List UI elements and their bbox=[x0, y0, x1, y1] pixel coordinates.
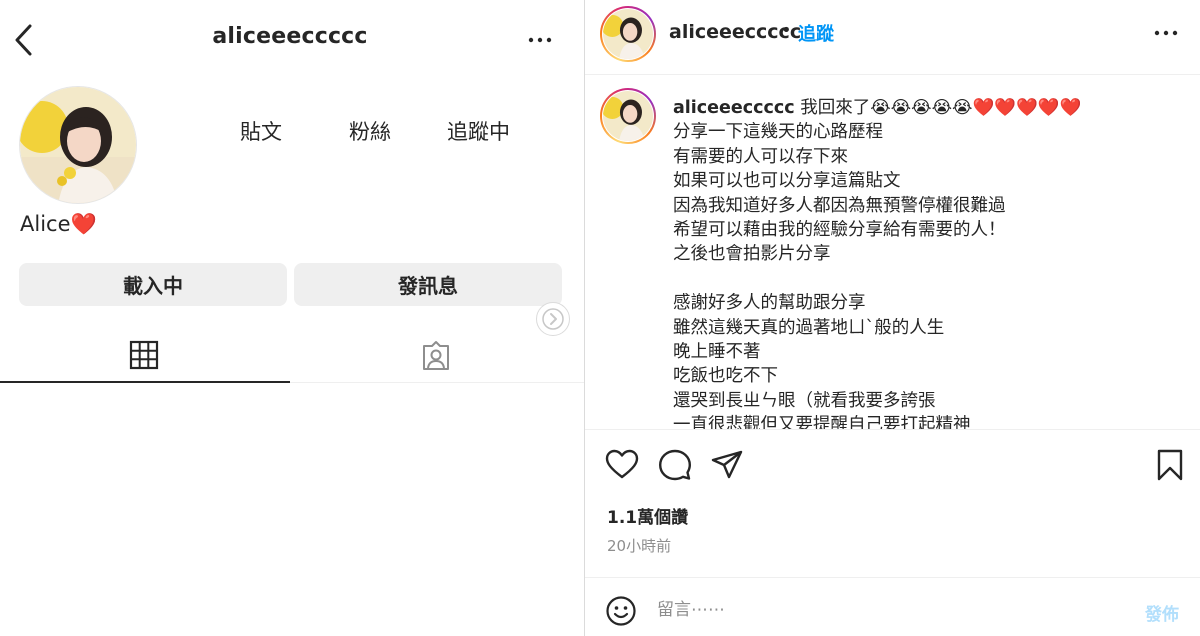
caption-text: 我回來了😭😭😭😭😭❤️❤️❤️❤️❤️ 分享一下這幾天的心路歷程 有需要的人可以… bbox=[673, 98, 1082, 430]
separator-dot: • bbox=[781, 20, 792, 41]
followers-stat-label[interactable]: 粉絲 bbox=[349, 116, 391, 146]
comment-bar: 發佈 bbox=[585, 577, 1200, 636]
share-button[interactable] bbox=[710, 448, 744, 482]
avatar-photo bbox=[603, 9, 653, 59]
post-header: aliceeeccccc • 追蹤 bbox=[585, 0, 1200, 75]
tab-posts-grid[interactable] bbox=[0, 330, 290, 383]
tab-tagged[interactable] bbox=[290, 330, 584, 383]
like-button[interactable] bbox=[605, 448, 639, 482]
smiley-icon bbox=[606, 596, 636, 626]
more-icon bbox=[1154, 30, 1178, 36]
loading-button[interactable]: 載入中 bbox=[19, 263, 287, 306]
profile-username: aliceeeccccc bbox=[212, 24, 368, 49]
caption-username[interactable]: aliceeeccccc bbox=[673, 98, 795, 118]
posts-stat-label[interactable]: 貼文 bbox=[240, 116, 282, 146]
follow-button[interactable]: 追蹤 bbox=[798, 20, 834, 46]
paper-plane-icon bbox=[711, 450, 743, 479]
app-root: aliceeeccccc 貼文 粉絲 追蹤中 Alice❤️ 載入中 發訊息 a… bbox=[0, 0, 1200, 636]
likes-count[interactable]: 1.1萬個讚 bbox=[607, 503, 688, 528]
post-header-avatar bbox=[603, 9, 653, 59]
caption-story-ring[interactable] bbox=[600, 88, 656, 144]
post-panel: aliceeeccccc • 追蹤 aliceeeccccc 我回來了😭😭😭😭😭… bbox=[585, 0, 1200, 636]
message-button[interactable]: 發訊息 bbox=[294, 263, 562, 306]
story-ring[interactable] bbox=[600, 6, 656, 62]
comment-input[interactable] bbox=[657, 596, 1117, 624]
avatar-photo bbox=[603, 91, 653, 141]
profile-panel: aliceeeccccc 貼文 粉絲 追蹤中 Alice❤️ 載入中 發訊息 bbox=[0, 0, 584, 636]
heart-icon: ❤️ bbox=[70, 212, 97, 236]
save-button[interactable] bbox=[1153, 448, 1187, 482]
more-icon bbox=[528, 37, 552, 43]
display-name: Alice❤️ bbox=[20, 212, 97, 237]
following-stat-label[interactable]: 追蹤中 bbox=[447, 116, 510, 146]
emoji-button[interactable] bbox=[605, 595, 637, 627]
post-timestamp[interactable]: 20小時前 bbox=[607, 535, 671, 556]
avatar-photo bbox=[20, 87, 136, 203]
bookmark-icon bbox=[1157, 449, 1183, 481]
comment-icon bbox=[659, 449, 691, 481]
grid-icon bbox=[129, 340, 159, 370]
post-more-button[interactable] bbox=[1151, 24, 1181, 54]
heart-outline-icon bbox=[605, 449, 639, 479]
profile-more-button[interactable] bbox=[525, 24, 555, 54]
caption-avatar bbox=[603, 91, 653, 141]
post-comment-button[interactable]: 發佈 bbox=[1145, 600, 1179, 625]
post-caption: aliceeeccccc 我回來了😭😭😭😭😭❤️❤️❤️❤️❤️ 分享一下這幾天… bbox=[673, 96, 1183, 430]
display-name-text: Alice bbox=[20, 212, 71, 236]
profile-avatar[interactable] bbox=[19, 86, 137, 204]
tagged-person-icon bbox=[423, 341, 449, 370]
caption-area[interactable]: aliceeeccccc 我回來了😭😭😭😭😭❤️❤️❤️❤️❤️ 分享一下這幾天… bbox=[585, 76, 1200, 430]
comment-button[interactable] bbox=[658, 448, 692, 482]
